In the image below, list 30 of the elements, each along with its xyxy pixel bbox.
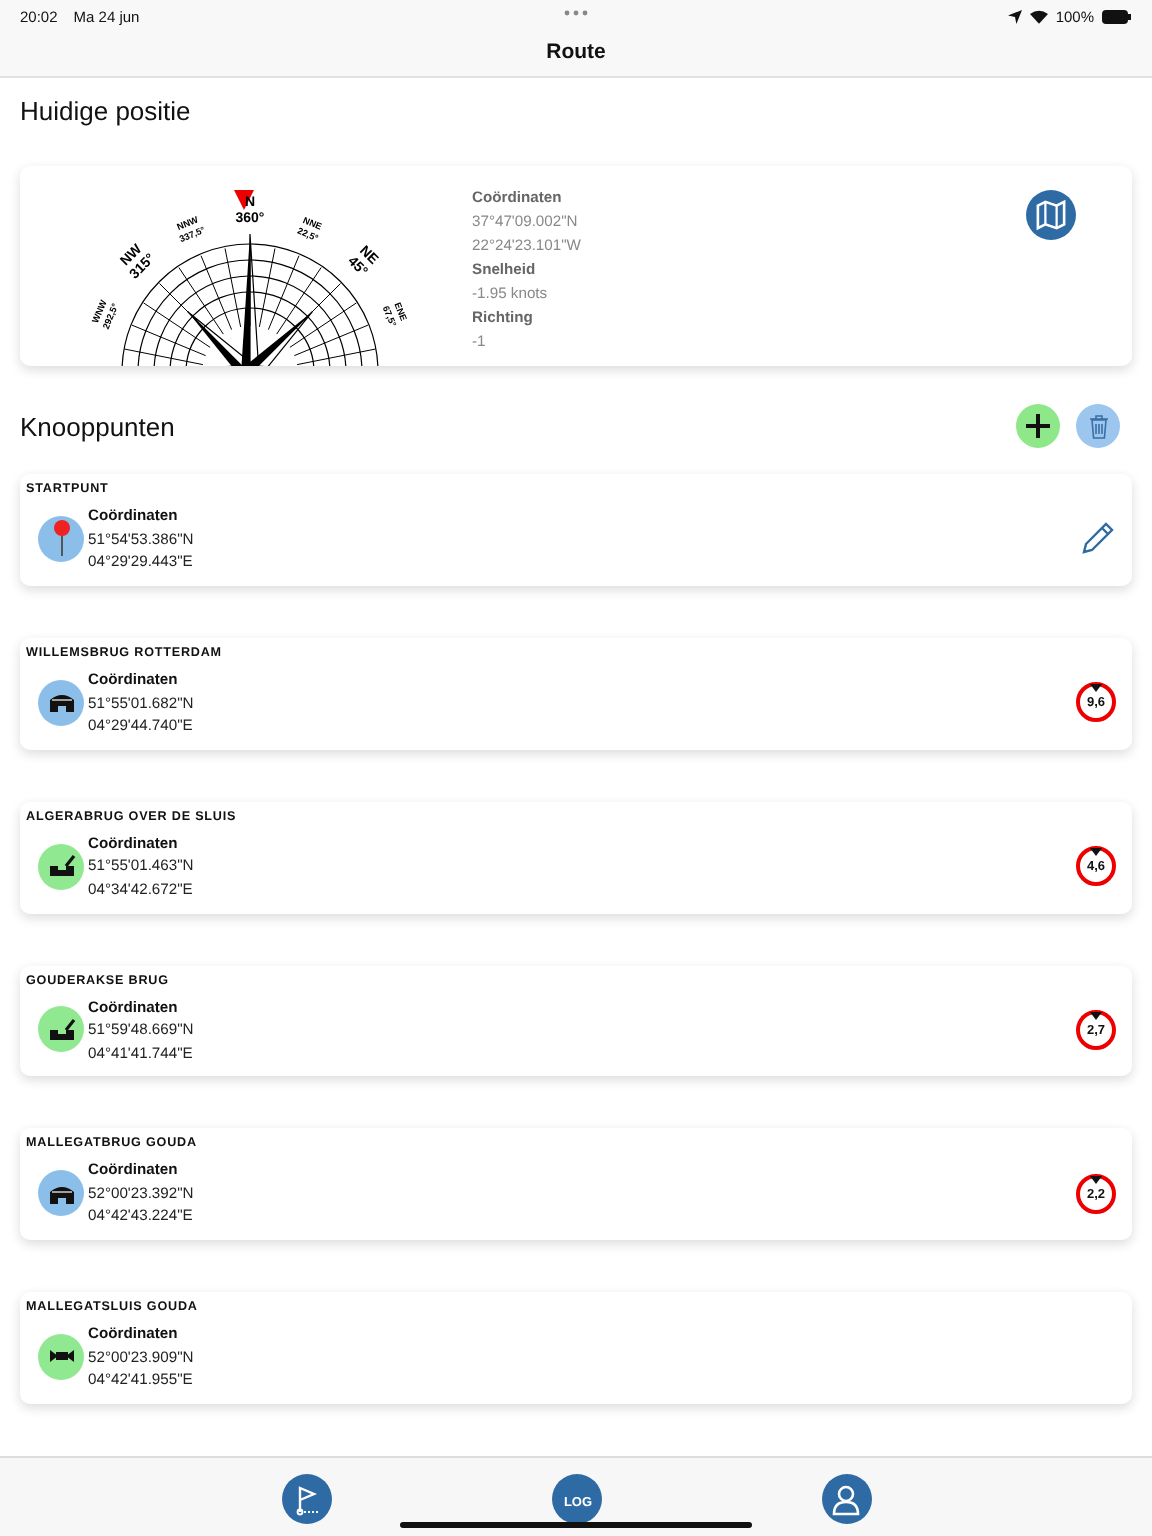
route-tab[interactable] bbox=[281, 1474, 331, 1524]
multitask-dots-icon bbox=[564, 10, 588, 16]
pin-icon bbox=[51, 518, 71, 559]
plus-icon bbox=[1024, 412, 1052, 441]
edit-button[interactable] bbox=[1080, 520, 1116, 557]
triangle-icon bbox=[1090, 684, 1102, 693]
bridge-icon bbox=[47, 690, 75, 715]
map-button[interactable] bbox=[1026, 189, 1076, 240]
triangle-icon bbox=[1090, 1175, 1102, 1184]
triangle-icon bbox=[1090, 1011, 1102, 1020]
add-button[interactable] bbox=[1016, 404, 1060, 449]
profile-tab[interactable] bbox=[821, 1474, 871, 1524]
drawbridge-icon bbox=[47, 854, 75, 879]
bridge-icon bbox=[47, 1181, 75, 1206]
battery-icon bbox=[1102, 9, 1132, 23]
screen-title: Route bbox=[544, 40, 608, 64]
section-title: Knooppunten bbox=[20, 411, 175, 442]
flag-icon bbox=[292, 1483, 320, 1515]
triangle-icon bbox=[1090, 848, 1102, 857]
lock-gate-icon bbox=[47, 1346, 75, 1367]
wifi-icon bbox=[1029, 9, 1048, 23]
drawbridge-icon bbox=[47, 1017, 75, 1042]
pencil-icon bbox=[1080, 520, 1116, 557]
north-pointer-icon bbox=[234, 189, 254, 210]
delete-button[interactable] bbox=[1076, 404, 1120, 449]
user-icon bbox=[830, 1483, 862, 1515]
map-icon bbox=[1036, 199, 1066, 230]
section-title: Huidige positie bbox=[20, 96, 191, 127]
trash-icon bbox=[1087, 413, 1109, 440]
location-arrow-icon bbox=[1007, 9, 1022, 23]
